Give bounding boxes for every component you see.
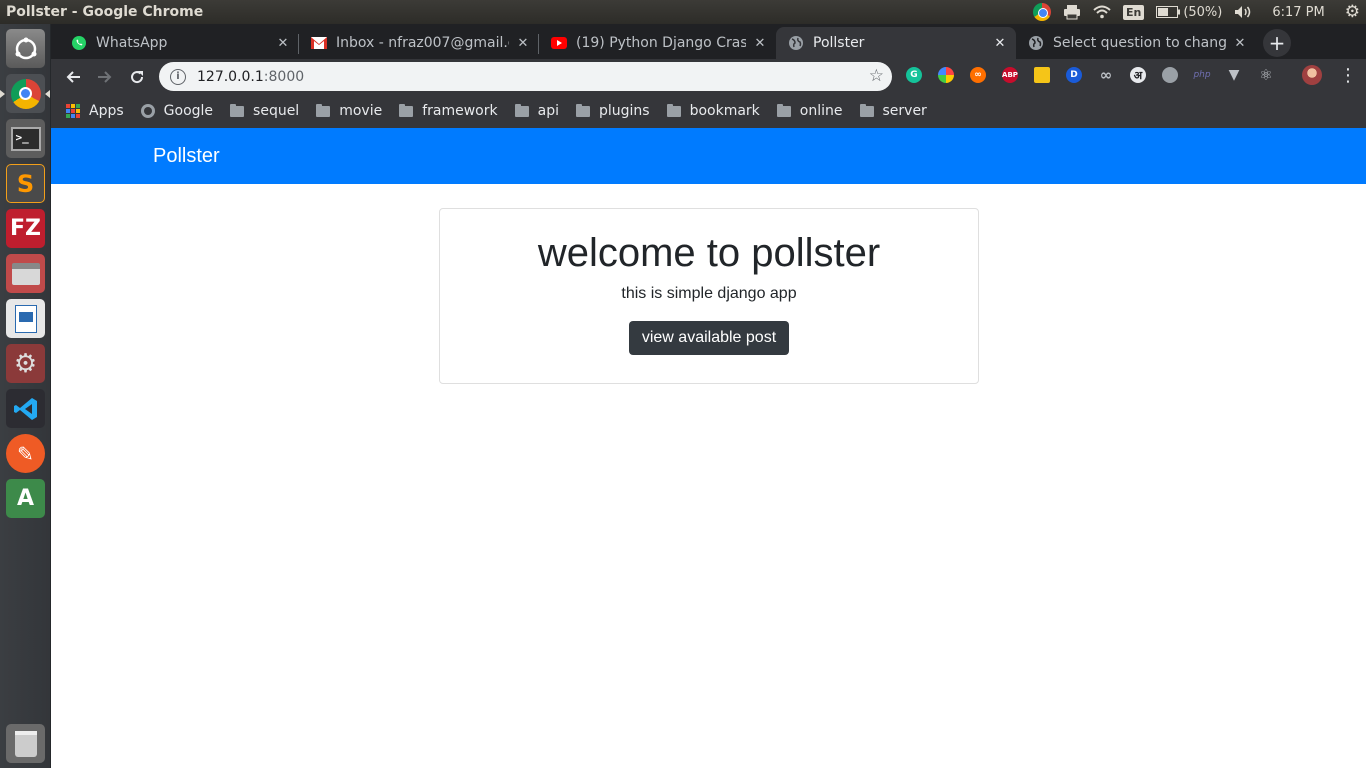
folder-icon	[398, 103, 414, 119]
tab-strip: WhatsApp ✕ Inbox - nfraz007@gmail.com ✕ …	[51, 24, 1366, 59]
vue-devtools-extension-icon[interactable]: ▼	[1226, 67, 1242, 83]
globe-icon	[788, 35, 804, 51]
site-navbar: Pollster	[51, 128, 1366, 184]
writer-icon[interactable]	[6, 299, 45, 338]
system-top-panel: Pollster - Google Chrome En (50%) 6:17 P…	[0, 0, 1366, 24]
new-tab-button[interactable]: +	[1263, 29, 1291, 57]
infinity-extension-icon[interactable]: ∞	[970, 67, 986, 83]
globe-icon	[140, 103, 156, 119]
browser-toolbar: i 127.0.0.1:8000 ☆ G ∞ ABP D ∞ अ php ▼ ⚛…	[51, 59, 1366, 94]
folder-icon	[666, 103, 682, 119]
address-bar[interactable]: i 127.0.0.1:8000 ☆	[159, 62, 892, 91]
site-info-icon[interactable]: i	[170, 68, 186, 85]
globe-extension-icon[interactable]	[1162, 67, 1178, 83]
navbar-brand-link[interactable]: Pollster	[153, 145, 220, 168]
forward-arrow-icon	[98, 71, 112, 83]
battery-percent: (50%)	[1183, 4, 1223, 20]
tab-close-icon[interactable]: ✕	[275, 35, 291, 51]
volume-icon[interactable]	[1228, 0, 1258, 24]
view-posts-button[interactable]: view available post	[628, 321, 790, 355]
apps-icon	[65, 103, 81, 119]
back-arrow-icon	[66, 71, 80, 83]
folder-icon	[859, 103, 875, 119]
tab-close-icon[interactable]: ✕	[992, 35, 1008, 51]
terminal-icon[interactable]: >_	[6, 119, 45, 158]
chrome-menu-icon[interactable]: ⋮	[1339, 65, 1357, 86]
keyboard-layout-indicator[interactable]: En	[1117, 0, 1150, 24]
system-indicators: En (50%) 6:17 PM ⚙	[1027, 0, 1366, 24]
android-studio-icon[interactable]: A	[6, 479, 45, 518]
folder-icon	[229, 103, 245, 119]
bookmark-folder-sequel[interactable]: sequel	[229, 103, 299, 119]
bookmark-folder-server[interactable]: server	[859, 103, 927, 119]
tab-gmail[interactable]: Inbox - nfraz007@gmail.com ✕	[299, 27, 539, 59]
forward-button[interactable]	[91, 63, 119, 91]
page-heading: welcome to pollster	[537, 231, 881, 275]
react-devtools-extension-icon[interactable]: ⚛	[1258, 66, 1274, 84]
adblock-plus-extension-icon[interactable]: ABP	[1002, 67, 1018, 83]
tab-pollster[interactable]: Pollster ✕	[776, 27, 1016, 59]
battery-icon	[1156, 6, 1181, 18]
gmail-icon	[311, 35, 327, 51]
clock[interactable]: 6:17 PM	[1258, 0, 1338, 24]
wifi-icon[interactable]	[1087, 0, 1117, 24]
colorzilla-extension-icon[interactable]	[938, 67, 954, 83]
folder-icon	[575, 103, 591, 119]
tab-close-icon[interactable]: ✕	[752, 35, 768, 51]
chrome-indicator-icon[interactable]	[1027, 0, 1057, 24]
bookmark-star-icon[interactable]: ☆	[869, 66, 884, 86]
vscode-icon[interactable]	[6, 389, 45, 428]
session-gear-icon[interactable]: ⚙	[1339, 0, 1366, 24]
dash-icon[interactable]	[6, 29, 45, 68]
back-button[interactable]	[59, 63, 87, 91]
web-page: Pollster welcome to pollster this is sim…	[51, 128, 1366, 768]
dashlane-extension-icon[interactable]: D	[1066, 67, 1082, 83]
postman-icon[interactable]: ✎	[6, 434, 45, 473]
welcome-card: welcome to pollster this is simple djang…	[439, 208, 979, 384]
notes-extension-icon[interactable]	[1034, 67, 1050, 83]
settings-icon[interactable]: ⚙	[6, 344, 45, 383]
whatsapp-icon	[71, 35, 87, 51]
folder-icon	[514, 103, 530, 119]
bookmark-apps[interactable]: Apps	[65, 103, 124, 119]
tab-whatsapp[interactable]: WhatsApp ✕	[59, 27, 299, 59]
bookmark-google[interactable]: Google	[140, 103, 213, 119]
php-extension-icon[interactable]: php	[1193, 67, 1210, 83]
bookmark-folder-bookmark[interactable]: bookmark	[666, 103, 760, 119]
reload-icon	[131, 71, 144, 84]
youtube-icon	[551, 35, 567, 51]
bookmark-folder-framework[interactable]: framework	[398, 103, 498, 119]
trash-icon[interactable]	[6, 724, 45, 763]
window-title: Pollster - Google Chrome	[6, 4, 204, 20]
printer-icon[interactable]	[1057, 0, 1087, 24]
globe-icon	[1028, 35, 1044, 51]
grammarly-extension-icon[interactable]: G	[906, 67, 922, 83]
profile-avatar[interactable]	[1302, 65, 1322, 85]
bookmarks-bar: Apps Google sequel movie framework api p…	[51, 94, 1366, 128]
launcher: >_ S FZ ⚙ ✎ A	[0, 24, 51, 768]
chrome-icon[interactable]	[6, 74, 45, 113]
hindi-input-extension-icon[interactable]: अ	[1130, 67, 1146, 83]
tab-youtube[interactable]: (19) Python Django Crash ✕	[539, 27, 776, 59]
link-extension-icon[interactable]: ∞	[1098, 66, 1114, 84]
archive-icon[interactable]	[6, 254, 45, 293]
battery-indicator[interactable]: (50%)	[1150, 0, 1228, 24]
bookmark-folder-plugins[interactable]: plugins	[575, 103, 650, 119]
folder-icon	[315, 103, 331, 119]
filezilla-icon[interactable]: FZ	[6, 209, 45, 248]
tab-close-icon[interactable]: ✕	[1232, 35, 1248, 51]
bookmark-folder-online[interactable]: online	[776, 103, 843, 119]
tab-close-icon[interactable]: ✕	[515, 35, 531, 51]
page-subtitle: this is simple django app	[621, 285, 797, 302]
reload-button[interactable]	[123, 63, 151, 91]
folder-icon	[776, 103, 792, 119]
url-text: 127.0.0.1:8000	[197, 68, 305, 85]
sublime-icon[interactable]: S	[6, 164, 45, 203]
tab-select-question[interactable]: Select question to change ✕	[1016, 27, 1256, 59]
bookmark-folder-movie[interactable]: movie	[315, 103, 382, 119]
bookmark-folder-api[interactable]: api	[514, 103, 559, 119]
